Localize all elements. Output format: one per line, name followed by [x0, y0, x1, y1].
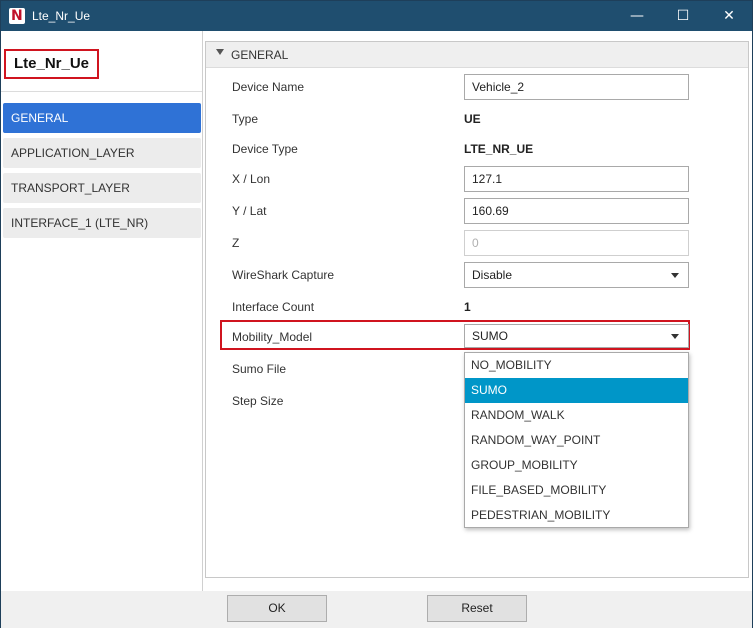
mobility-model-label: Mobility_Model — [232, 330, 313, 344]
reset-button[interactable]: Reset — [427, 595, 527, 622]
device-type-value: LTE_NR_UE — [464, 142, 534, 156]
nav-item-application-layer[interactable]: APPLICATION_LAYER — [3, 138, 201, 168]
mobility-model-value: SUMO — [472, 329, 508, 343]
minimize-button[interactable]: — — [614, 1, 660, 31]
type-value: UE — [464, 112, 481, 126]
section-header-general[interactable]: GENERAL — [206, 42, 748, 68]
minimize-icon: — — [630, 8, 644, 24]
mobility-option[interactable]: GROUP_MOBILITY — [465, 453, 688, 478]
dialog-footer: OK Reset — [1, 591, 752, 628]
mobility-model-dropdown: NO_MOBILITY SUMO RANDOM_WALK RANDOM_WAY_… — [464, 352, 689, 528]
interface-count-label: Interface Count — [232, 300, 315, 314]
z-input: 0 — [464, 230, 689, 256]
ok-button[interactable]: OK — [227, 595, 327, 622]
section-title: GENERAL — [231, 48, 289, 62]
close-icon: ✕ — [723, 8, 735, 24]
device-name-input[interactable]: Vehicle_2 — [464, 74, 689, 100]
maximize-button[interactable]: ☐ — [660, 1, 706, 31]
x-lon-input[interactable]: 127.1 — [464, 166, 689, 192]
device-type-label: Device Type — [232, 142, 298, 156]
collapse-arrow-icon — [216, 49, 224, 55]
properties-panel: GENERAL Device Name Vehicle_2 Type UE De… — [205, 41, 749, 578]
mobility-option[interactable]: PEDESTRIAN_MOBILITY — [465, 503, 688, 528]
sumo-file-label: Sumo File — [232, 362, 287, 376]
wireshark-capture-value: Disable — [472, 268, 513, 282]
type-label: Type — [232, 112, 259, 126]
nav-item-transport-layer[interactable]: TRANSPORT_LAYER — [3, 173, 201, 203]
mobility-option[interactable]: RANDOM_WALK — [465, 403, 688, 428]
properties-window: N Lte_Nr_Ue — ☐ ✕ Lte_Nr_Ue GENERAL APPL… — [0, 0, 753, 628]
y-lat-input[interactable]: 160.69 — [464, 198, 689, 224]
interface-count-value: 1 — [464, 300, 471, 314]
mobility-option[interactable]: FILE_BASED_MOBILITY — [465, 478, 688, 503]
x-lon-label: X / Lon — [232, 172, 271, 186]
chevron-down-icon — [671, 273, 679, 278]
device-name-label: Device Name — [232, 80, 305, 94]
device-title: Lte_Nr_Ue — [4, 49, 100, 79]
mobility-option-selected[interactable]: SUMO — [465, 378, 688, 403]
window-title: Lte_Nr_Ue — [32, 9, 91, 23]
nav-item-interface-1[interactable]: INTERFACE_1 (LTE_NR) — [3, 208, 201, 238]
wireshark-capture-label: WireShark Capture — [232, 268, 335, 282]
chevron-down-icon — [671, 334, 679, 339]
left-pane: Lte_Nr_Ue GENERAL APPLICATION_LAYER TRAN… — [1, 31, 203, 591]
mobility-option[interactable]: RANDOM_WAY_POINT — [465, 428, 688, 453]
dialog-body: Lte_Nr_Ue GENERAL APPLICATION_LAYER TRAN… — [1, 31, 752, 591]
nav-item-general[interactable]: GENERAL — [3, 103, 201, 133]
step-size-label: Step Size — [232, 394, 284, 408]
y-lat-label: Y / Lat — [232, 204, 267, 218]
title-bar[interactable]: N Lte_Nr_Ue — ☐ ✕ — [1, 1, 752, 31]
app-logo-icon: N — [9, 8, 25, 24]
close-button[interactable]: ✕ — [706, 1, 752, 31]
z-label: Z — [232, 236, 240, 250]
wireshark-capture-select[interactable]: Disable — [464, 262, 689, 288]
mobility-model-select[interactable]: SUMO — [464, 324, 689, 348]
maximize-icon: ☐ — [676, 8, 690, 24]
mobility-option[interactable]: NO_MOBILITY — [465, 353, 688, 378]
divider — [1, 91, 202, 92]
